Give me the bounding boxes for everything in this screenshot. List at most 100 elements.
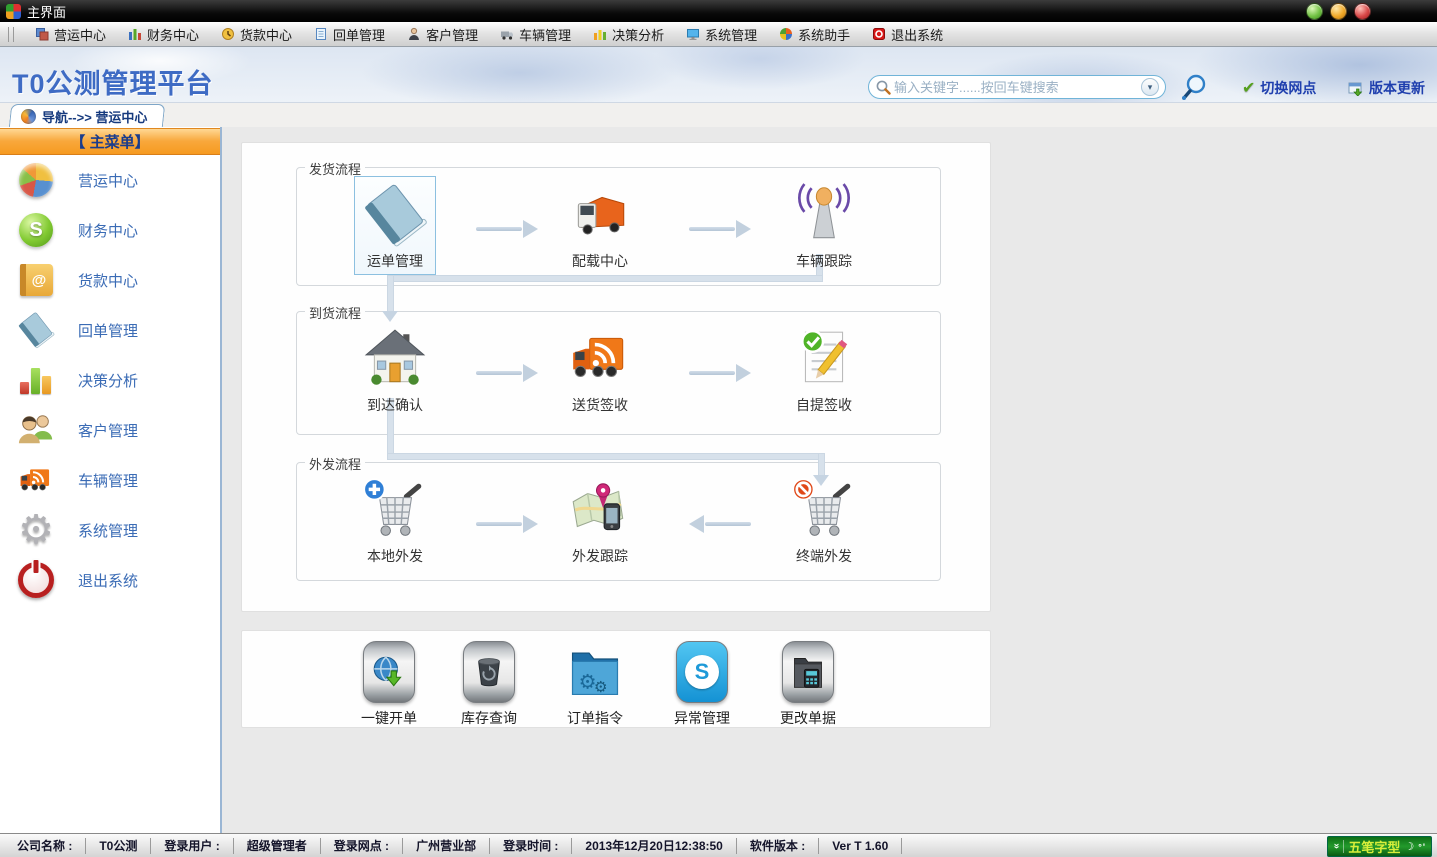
flow-panel: 发货流程 运单管理 配载中心: [241, 142, 991, 612]
quick-action-modify-document[interactable]: 更改单据: [758, 641, 858, 728]
flow-item-waybill-management[interactable]: 运单管理: [330, 176, 460, 275]
punctuation-mode-icon: °': [1418, 842, 1426, 852]
orange-truck-icon: [16, 460, 56, 500]
sidebar-item-payment-center[interactable]: @ 货款中心: [0, 255, 220, 305]
sidebar-item-exit-system[interactable]: 退出系统: [0, 555, 220, 605]
version-update-link[interactable]: 版本更新: [1348, 78, 1425, 98]
app-title: T0公测管理平台: [12, 62, 214, 101]
sidebar-item-customer-management[interactable]: 客户管理: [0, 405, 220, 455]
browser-globe-icon: [21, 109, 36, 124]
menu-exit-system[interactable]: 退出系统: [861, 22, 954, 46]
arrow-right-icon: [476, 364, 538, 382]
folder-calculator-icon: [790, 653, 826, 691]
status-version-value: Ver T 1.60: [819, 838, 902, 854]
main-sidebar: 【 主菜单】 营运中心 S 财务中心 @ 货款中心 回单管理 决策分析 客户管理…: [0, 127, 222, 833]
groupbox-shipping-flow: 发货流程 运单管理 配载中心: [296, 167, 941, 286]
sidebar-item-operations-center[interactable]: 营运中心: [0, 155, 220, 205]
menu-receipt-management[interactable]: 回单管理: [303, 22, 396, 46]
flow-item-loading-center[interactable]: 配载中心: [535, 176, 665, 275]
status-login-time-label: 登录时间 :: [490, 838, 572, 854]
arrow-right-icon: [476, 220, 538, 238]
sidebar-item-decision-analysis[interactable]: 决策分析: [0, 355, 220, 405]
bars-chart-icon: [16, 360, 56, 400]
person-icon: [407, 27, 421, 41]
chevron-down-icon: »: [1331, 843, 1342, 850]
delivery-van-icon: [567, 182, 633, 248]
sidebar-item-vehicle-management[interactable]: 车辆管理: [0, 455, 220, 505]
window-title: 主界面: [27, 2, 66, 21]
map-phone-icon: [567, 477, 633, 543]
toolbar-grip[interactable]: [8, 27, 14, 42]
connector-line: [388, 276, 393, 312]
quick-action-order-instruction[interactable]: ⚙⚙ 订单指令: [545, 641, 645, 728]
status-company-value: T0公测: [86, 838, 151, 854]
input-method-indicator[interactable]: » 五笔字型 ☽ °': [1327, 836, 1432, 857]
search-dropdown-arrow[interactable]: ▾: [1141, 78, 1159, 96]
arrow-left-icon: [689, 515, 751, 533]
search-input[interactable]: [892, 79, 1141, 96]
flow-item-outsource-tracking[interactable]: 外发跟踪: [535, 471, 665, 570]
operations-icon: [35, 27, 49, 41]
menu-system-management[interactable]: 系统管理: [675, 22, 768, 46]
menu-customer-management[interactable]: 客户管理: [396, 22, 489, 46]
flow-item-pickup-sign[interactable]: 自提签收: [759, 320, 889, 419]
bar-chart-icon: [593, 27, 607, 41]
sidebar-item-finance-center[interactable]: S 财务中心: [0, 205, 220, 255]
switch-branch-link[interactable]: ✔ 切换网点: [1242, 78, 1316, 98]
status-user-label: 登录用户 :: [151, 838, 233, 854]
maximize-button[interactable]: [1330, 3, 1347, 20]
minimize-button[interactable]: [1306, 3, 1323, 20]
exit-icon: [872, 27, 886, 41]
menu-vehicle-management[interactable]: 车辆管理: [489, 22, 582, 46]
close-button[interactable]: [1354, 3, 1371, 20]
flow-item-terminal-outsource[interactable]: 终端外发: [759, 471, 889, 570]
menu-operations-center[interactable]: 营运中心: [24, 22, 117, 46]
finance-chart-icon: [128, 27, 142, 41]
arrow-right-icon: [689, 220, 751, 238]
quick-action-one-click-billing[interactable]: 一键开单: [339, 641, 439, 728]
blue-book-icon: [16, 310, 56, 350]
pinwheel-icon: [779, 27, 793, 41]
quick-action-inventory-query[interactable]: 库存查询: [439, 641, 539, 728]
header-banner: T0公测管理平台 ▾ ✔ 切换网点 版本更新: [0, 47, 1437, 103]
pie-chart-icon: [16, 160, 56, 200]
main-content: 发货流程 运单管理 配载中心: [222, 127, 1437, 833]
menu-system-assistant[interactable]: 系统助手: [768, 22, 861, 46]
search-go-icon[interactable]: [1178, 73, 1208, 103]
arrow-right-icon: [689, 364, 751, 382]
sidebar-item-system-management[interactable]: ⚙ 系统管理: [0, 505, 220, 555]
flow-item-local-outsource[interactable]: 本地外发: [330, 471, 460, 570]
status-login-time-value: 2013年12月20日12:38:50: [572, 838, 736, 854]
status-branch-value: 广州营业部: [403, 838, 490, 854]
quick-actions-panel: 一键开单 库存查询 ⚙⚙ 订单指令 S 异常管理 更改单据: [241, 630, 991, 728]
folder-gears-icon: ⚙⚙: [569, 643, 621, 701]
rss-truck-icon: [567, 326, 633, 392]
groupbox-arrival-flow: 到货流程 到达确认 送货签收: [296, 311, 941, 435]
flow-item-vehicle-tracking[interactable]: 车辆跟踪: [759, 176, 889, 275]
menu-payment-center[interactable]: 货款中心: [210, 22, 303, 46]
flow-item-arrival-confirm[interactable]: 到达确认: [330, 320, 460, 419]
trash-can-icon: [472, 654, 506, 690]
cart-block-icon: [791, 477, 857, 543]
svg-text:⚙: ⚙: [594, 679, 608, 696]
gear-icon: ⚙: [16, 510, 56, 550]
monitor-icon: [686, 27, 700, 41]
flow-item-delivery-sign[interactable]: 送货签收: [535, 320, 665, 419]
sidebar-item-receipt-management[interactable]: 回单管理: [0, 305, 220, 355]
status-version-label: 软件版本 :: [737, 838, 819, 854]
check-icon: ✔: [1242, 78, 1255, 98]
tab-navigation-operations[interactable]: 导航-->> 营运中心: [9, 104, 166, 128]
status-bar: 公司名称 : T0公测 登录用户 : 超级管理者 登录网点 : 广州营业部 登录…: [0, 833, 1437, 857]
tab-label: 导航-->> 营运中心: [42, 107, 147, 126]
globe-download-icon: [370, 653, 408, 691]
house-icon: [362, 326, 428, 392]
main-menubar: 营运中心 财务中心 货款中心 回单管理 客户管理 车辆管理 决策分析 系统管理 …: [0, 22, 1437, 47]
menu-finance-center[interactable]: 财务中心: [117, 22, 210, 46]
menu-decision-analysis[interactable]: 决策分析: [582, 22, 675, 46]
app-pinwheel-icon: [6, 4, 21, 19]
window-titlebar: 主界面: [0, 0, 1437, 22]
skype-blue-icon: S: [685, 655, 719, 689]
connector-line: [388, 276, 822, 281]
search-icon: [875, 79, 892, 96]
quick-action-exception-management[interactable]: S 异常管理: [652, 641, 752, 728]
